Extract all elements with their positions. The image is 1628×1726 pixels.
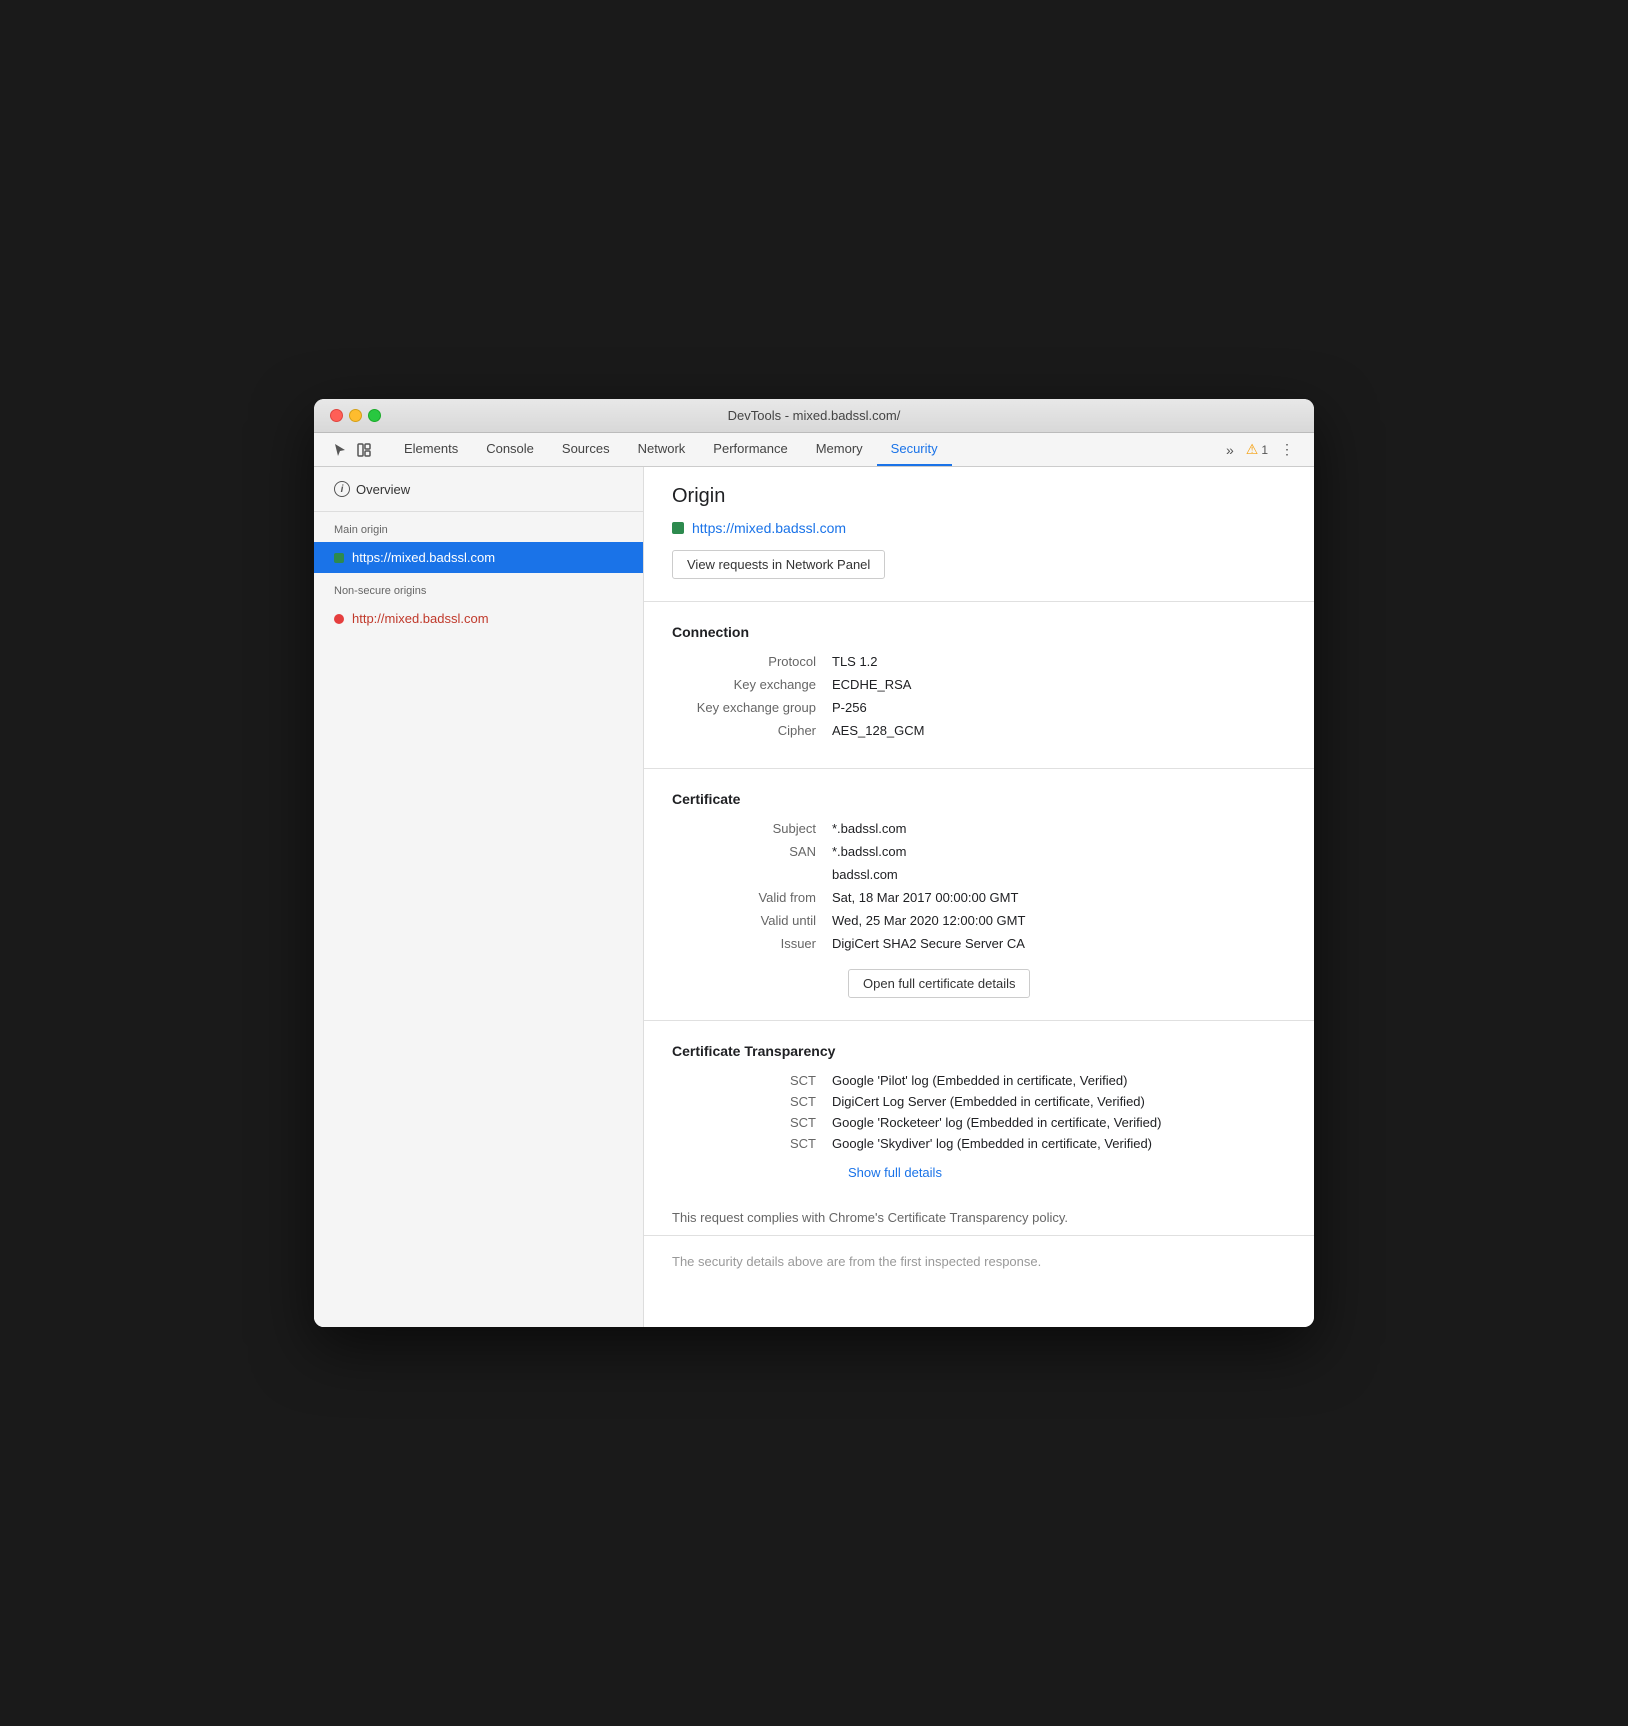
- main-origin-label: Main origin: [314, 512, 643, 542]
- menu-dots-icon[interactable]: ⋮: [1276, 437, 1298, 462]
- view-requests-button[interactable]: View requests in Network Panel: [672, 550, 885, 579]
- traffic-lights: [330, 409, 381, 422]
- key-exchange-group-label: Key exchange group: [672, 700, 832, 715]
- tab-memory[interactable]: Memory: [802, 433, 877, 466]
- san-label-2: [672, 867, 832, 882]
- tab-network[interactable]: Network: [624, 433, 700, 466]
- tab-console[interactable]: Console: [472, 433, 548, 466]
- transparency-title: Certificate Transparency: [672, 1043, 1286, 1059]
- sct-value-0: Google 'Pilot' log (Embedded in certific…: [832, 1073, 1127, 1088]
- key-exchange-value: ECDHE_RSA: [832, 677, 911, 692]
- valid-from-label: Valid from: [672, 890, 832, 905]
- close-button[interactable]: [330, 409, 343, 422]
- sidebar-item-main-origin[interactable]: https://mixed.badssl.com: [314, 542, 643, 573]
- tab-security[interactable]: Security: [877, 433, 952, 466]
- sct-value-2: Google 'Rocketeer' log (Embedded in cert…: [832, 1115, 1161, 1130]
- warning-count: 1: [1261, 443, 1268, 457]
- tab-bar: Elements Console Sources Network Perform…: [314, 433, 1314, 467]
- devtools-window: DevTools - mixed.badssl.com/ Elements Co…: [314, 399, 1314, 1327]
- sct-label-0: SCT: [672, 1073, 832, 1088]
- origin-secure-icon: [334, 553, 344, 563]
- more-tabs-button[interactable]: »: [1222, 438, 1238, 462]
- valid-from-value: Sat, 18 Mar 2017 00:00:00 GMT: [832, 890, 1018, 905]
- sct-row-3: SCT Google 'Skydiver' log (Embedded in c…: [672, 1136, 1286, 1151]
- key-exchange-label: Key exchange: [672, 677, 832, 692]
- san-label: SAN: [672, 844, 832, 859]
- san-value-2: badssl.com: [832, 867, 898, 882]
- sct-label-3: SCT: [672, 1136, 832, 1151]
- sct-row-1: SCT DigiCert Log Server (Embedded in cer…: [672, 1094, 1286, 1109]
- warning-badge[interactable]: ⚠ 1: [1246, 441, 1268, 458]
- valid-from-row: Valid from Sat, 18 Mar 2017 00:00:00 GMT: [672, 890, 1286, 905]
- sct-value-1: DigiCert Log Server (Embedded in certifi…: [832, 1094, 1145, 1109]
- window-title: DevTools - mixed.badssl.com/: [728, 408, 901, 423]
- valid-until-label: Valid until: [672, 913, 832, 928]
- certificate-section: Certificate Subject *.badssl.com SAN *.b…: [644, 773, 1314, 1016]
- title-bar: DevTools - mixed.badssl.com/: [314, 399, 1314, 433]
- cipher-value: AES_128_GCM: [832, 723, 925, 738]
- subject-row: Subject *.badssl.com: [672, 821, 1286, 836]
- origin-secure-square-icon: [672, 522, 684, 534]
- san-row-1: SAN *.badssl.com: [672, 844, 1286, 859]
- cipher-label: Cipher: [672, 723, 832, 738]
- sct-row-0: SCT Google 'Pilot' log (Embedded in cert…: [672, 1073, 1286, 1088]
- issuer-value: DigiCert SHA2 Secure Server CA: [832, 936, 1025, 951]
- tab-sources[interactable]: Sources: [548, 433, 624, 466]
- origin-title: Origin: [672, 485, 1286, 508]
- warning-triangle-icon: ⚠: [1246, 441, 1259, 458]
- tab-performance[interactable]: Performance: [699, 433, 801, 466]
- valid-until-value: Wed, 25 Mar 2020 12:00:00 GMT: [832, 913, 1025, 928]
- certificate-divider: [644, 768, 1314, 769]
- connection-divider: [644, 601, 1314, 602]
- layout-tool-icon[interactable]: [354, 440, 374, 460]
- ct-policy-note: This request complies with Chrome's Cert…: [644, 1210, 1314, 1225]
- sct-label-1: SCT: [672, 1094, 832, 1109]
- sidebar: i Overview Main origin https://mixed.bad…: [314, 467, 644, 1327]
- origin-header: Origin https://mixed.badssl.com View req…: [644, 467, 1314, 597]
- main-origin-url: https://mixed.badssl.com: [352, 550, 495, 565]
- san-value-1: *.badssl.com: [832, 844, 906, 859]
- sidebar-item-non-secure-origin[interactable]: http://mixed.badssl.com: [314, 603, 643, 634]
- devtools-toolbar: [322, 433, 382, 466]
- key-exchange-group-row: Key exchange group P-256: [672, 700, 1286, 715]
- subject-value: *.badssl.com: [832, 821, 906, 836]
- origin-insecure-icon: [334, 614, 344, 624]
- sct-row-2: SCT Google 'Rocketeer' log (Embedded in …: [672, 1115, 1286, 1130]
- non-secure-origin-url: http://mixed.badssl.com: [352, 611, 489, 626]
- content-panel: Origin https://mixed.badssl.com View req…: [644, 467, 1314, 1327]
- issuer-row: Issuer DigiCert SHA2 Secure Server CA: [672, 936, 1286, 951]
- connection-title: Connection: [672, 624, 1286, 640]
- tab-elements[interactable]: Elements: [390, 433, 472, 466]
- transparency-divider: [644, 1020, 1314, 1021]
- open-certificate-button[interactable]: Open full certificate details: [848, 969, 1030, 998]
- minimize-button[interactable]: [349, 409, 362, 422]
- main-area: i Overview Main origin https://mixed.bad…: [314, 467, 1314, 1327]
- info-icon: i: [334, 481, 350, 497]
- sidebar-overview[interactable]: i Overview: [314, 467, 643, 512]
- origin-url-display: https://mixed.badssl.com: [672, 520, 1286, 536]
- cursor-tool-icon[interactable]: [330, 440, 350, 460]
- sct-value-3: Google 'Skydiver' log (Embedded in certi…: [832, 1136, 1152, 1151]
- footer-note: The security details above are from the …: [644, 1235, 1314, 1287]
- certificate-title: Certificate: [672, 791, 1286, 807]
- sct-label-2: SCT: [672, 1115, 832, 1130]
- key-exchange-row: Key exchange ECDHE_RSA: [672, 677, 1286, 692]
- transparency-section: Certificate Transparency SCT Google 'Pil…: [644, 1025, 1314, 1200]
- protocol-label: Protocol: [672, 654, 832, 669]
- origin-url-link[interactable]: https://mixed.badssl.com: [692, 520, 846, 536]
- connection-section: Connection Protocol TLS 1.2 Key exchange…: [644, 606, 1314, 764]
- maximize-button[interactable]: [368, 409, 381, 422]
- non-secure-origins-label: Non-secure origins: [314, 573, 643, 603]
- key-exchange-group-value: P-256: [832, 700, 867, 715]
- overview-label: Overview: [356, 482, 410, 497]
- san-row-2: badssl.com: [672, 867, 1286, 882]
- valid-until-row: Valid until Wed, 25 Mar 2020 12:00:00 GM…: [672, 913, 1286, 928]
- subject-label: Subject: [672, 821, 832, 836]
- issuer-label: Issuer: [672, 936, 832, 951]
- show-full-details-link[interactable]: Show full details: [848, 1165, 942, 1180]
- tab-bar-right: » ⚠ 1 ⋮: [1214, 433, 1306, 466]
- cipher-row: Cipher AES_128_GCM: [672, 723, 1286, 738]
- protocol-value: TLS 1.2: [832, 654, 878, 669]
- protocol-row: Protocol TLS 1.2: [672, 654, 1286, 669]
